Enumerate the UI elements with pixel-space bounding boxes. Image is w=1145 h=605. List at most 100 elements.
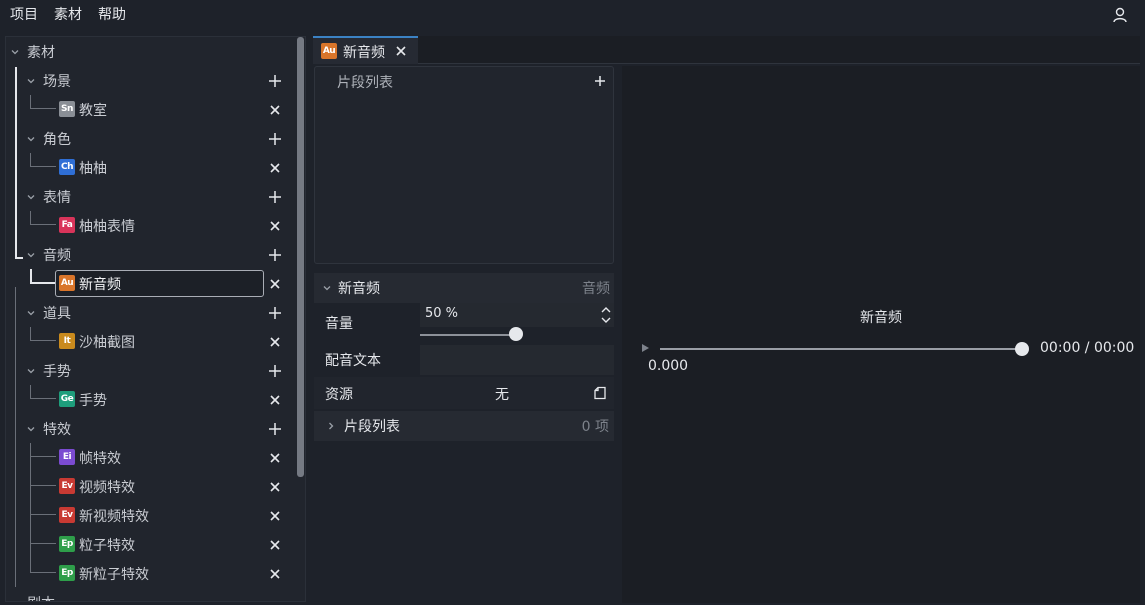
chevron-down-icon[interactable] — [26, 192, 36, 202]
tree-item[interactable]: Ep 粒子特效 — [6, 530, 296, 559]
add-icon[interactable] — [268, 190, 282, 204]
tree-item-label: 新音频 — [79, 277, 121, 293]
tree-label: 角色 — [43, 132, 71, 148]
chevron-right-icon[interactable] — [326, 421, 336, 431]
tree-category-script[interactable]: 剧本 — [6, 588, 296, 602]
tab-title: 新音频 — [343, 45, 385, 61]
tree-category-expression[interactable]: 表情 — [6, 182, 296, 211]
tree-item[interactable]: Ei 帧特效 — [6, 443, 296, 472]
tree-root-assets[interactable]: 素材 — [6, 37, 296, 66]
add-icon[interactable] — [268, 248, 282, 262]
add-icon[interactable] — [268, 74, 282, 88]
close-icon[interactable] — [268, 277, 282, 291]
add-icon[interactable] — [268, 422, 282, 436]
properties-header[interactable]: 新音频 音频 — [314, 273, 614, 303]
chevron-down-icon[interactable] — [26, 424, 36, 434]
tree-item-selected[interactable]: Au 新音频 — [6, 269, 296, 298]
tree-category-prop[interactable]: 道具 — [6, 298, 296, 327]
close-icon[interactable] — [268, 393, 282, 407]
tree-item[interactable]: Ge 手势 — [6, 385, 296, 414]
add-icon[interactable] — [268, 364, 282, 378]
close-icon[interactable] — [268, 161, 282, 175]
chevron-down-icon[interactable] — [322, 283, 332, 293]
prop-badge-icon: It — [59, 333, 75, 349]
tree-category-scene[interactable]: 场景 — [6, 66, 296, 95]
chevron-down-icon[interactable] — [10, 598, 20, 602]
add-icon[interactable] — [594, 75, 606, 87]
tree-label: 道具 — [43, 306, 71, 322]
tree-label: 手势 — [43, 364, 71, 380]
menu-project[interactable]: 项目 — [0, 0, 44, 30]
clip-list-panel: 片段列表 — [314, 66, 614, 264]
tree-item-label: 帧特效 — [79, 451, 121, 467]
chevron-down-icon[interactable] — [26, 76, 36, 86]
add-icon[interactable] — [268, 132, 282, 146]
tree-item[interactable]: Ev 视频特效 — [6, 472, 296, 501]
timeline-track[interactable] — [660, 348, 1023, 350]
close-icon[interactable] — [268, 567, 282, 581]
close-icon[interactable] — [268, 480, 282, 494]
scene-badge-icon: Sn — [59, 101, 75, 117]
tree-scrollbar[interactable] — [297, 37, 304, 477]
properties-title: 新音频 — [338, 281, 380, 297]
tree-item-label: 沙柚截图 — [79, 335, 135, 351]
tree-category-gesture[interactable]: 手势 — [6, 356, 296, 385]
play-icon[interactable] — [640, 343, 650, 353]
volume-slider-handle[interactable] — [509, 327, 523, 341]
tree-label: 特效 — [43, 422, 71, 438]
spinner-arrows-icon[interactable] — [600, 305, 612, 325]
asset-tree-panel: 素材 场景 Sn 教室 角色 Ch 柚柚 表情 Fa 柚柚表情 音频 Au 新音… — [5, 36, 306, 602]
tree-item[interactable]: Ev 新视频特效 — [6, 501, 296, 530]
tab-new-audio[interactable]: Au 新音频 — [313, 36, 418, 64]
expression-badge-icon: Fa — [59, 217, 75, 233]
tree-item[interactable]: Sn 教室 — [6, 95, 296, 124]
tree-label: 音频 — [43, 248, 71, 264]
editor-tab-bar: Au 新音频 — [313, 36, 1140, 64]
timeline-handle[interactable] — [1015, 342, 1029, 356]
properties-type: 音频 — [582, 281, 610, 297]
playback-time: 00:00 / 00:00 — [1040, 340, 1135, 356]
effect-badge-icon: Ev — [59, 507, 75, 523]
menu-assets[interactable]: 素材 — [44, 0, 88, 30]
tree-item[interactable]: Fa 柚柚表情 — [6, 211, 296, 240]
clips-count: 0 项 — [581, 419, 609, 435]
playback-position: 0.000 — [648, 358, 689, 374]
menu-help[interactable]: 帮助 — [88, 0, 132, 30]
close-icon[interactable] — [268, 219, 282, 233]
tree-item-label: 新粒子特效 — [79, 567, 149, 583]
close-icon[interactable] — [268, 538, 282, 552]
tree-item[interactable]: Ep 新粒子特效 — [6, 559, 296, 588]
tree-label: 场景 — [43, 74, 71, 90]
file-select-icon[interactable] — [593, 386, 607, 400]
chevron-down-icon[interactable] — [26, 366, 36, 376]
close-icon[interactable] — [268, 103, 282, 117]
chevron-down-icon[interactable] — [26, 250, 36, 260]
chevron-down-icon[interactable] — [26, 134, 36, 144]
voice-text-label: 配音文本 — [325, 353, 381, 369]
effect-badge-icon: Ep — [59, 565, 75, 581]
volume-spinbox[interactable]: 50 % — [420, 303, 614, 327]
tree-item[interactable]: Ch 柚柚 — [6, 153, 296, 182]
volume-slider-track[interactable] — [420, 334, 516, 336]
close-icon[interactable] — [268, 335, 282, 349]
tree-category-character[interactable]: 角色 — [6, 124, 296, 153]
preview-title: 新音频 — [860, 310, 902, 326]
tree-item-label: 柚柚 — [79, 161, 107, 177]
tree-label: 剧本 — [27, 593, 55, 601]
chevron-down-icon[interactable] — [10, 47, 20, 57]
clip-list-title: 片段列表 — [337, 75, 393, 91]
add-icon[interactable] — [268, 306, 282, 320]
chevron-down-icon[interactable] — [26, 308, 36, 318]
properties-panel: 新音频 音频 音量 50 % 配音文本 资源 无 片段列表 0 项 — [314, 273, 614, 603]
tree-category-audio[interactable]: 音频 — [6, 240, 296, 269]
voice-text-field[interactable] — [420, 345, 614, 375]
close-icon[interactable] — [268, 509, 282, 523]
close-icon[interactable] — [395, 45, 407, 57]
close-icon[interactable] — [268, 451, 282, 465]
tree-item[interactable]: It 沙柚截图 — [6, 327, 296, 356]
tree-label: 素材 — [27, 45, 55, 61]
user-icon[interactable] — [1111, 6, 1129, 24]
resource-row: 资源 无 — [314, 377, 614, 409]
tree-category-effects[interactable]: 特效 — [6, 414, 296, 443]
clips-list-row[interactable]: 片段列表 0 项 — [314, 411, 614, 441]
